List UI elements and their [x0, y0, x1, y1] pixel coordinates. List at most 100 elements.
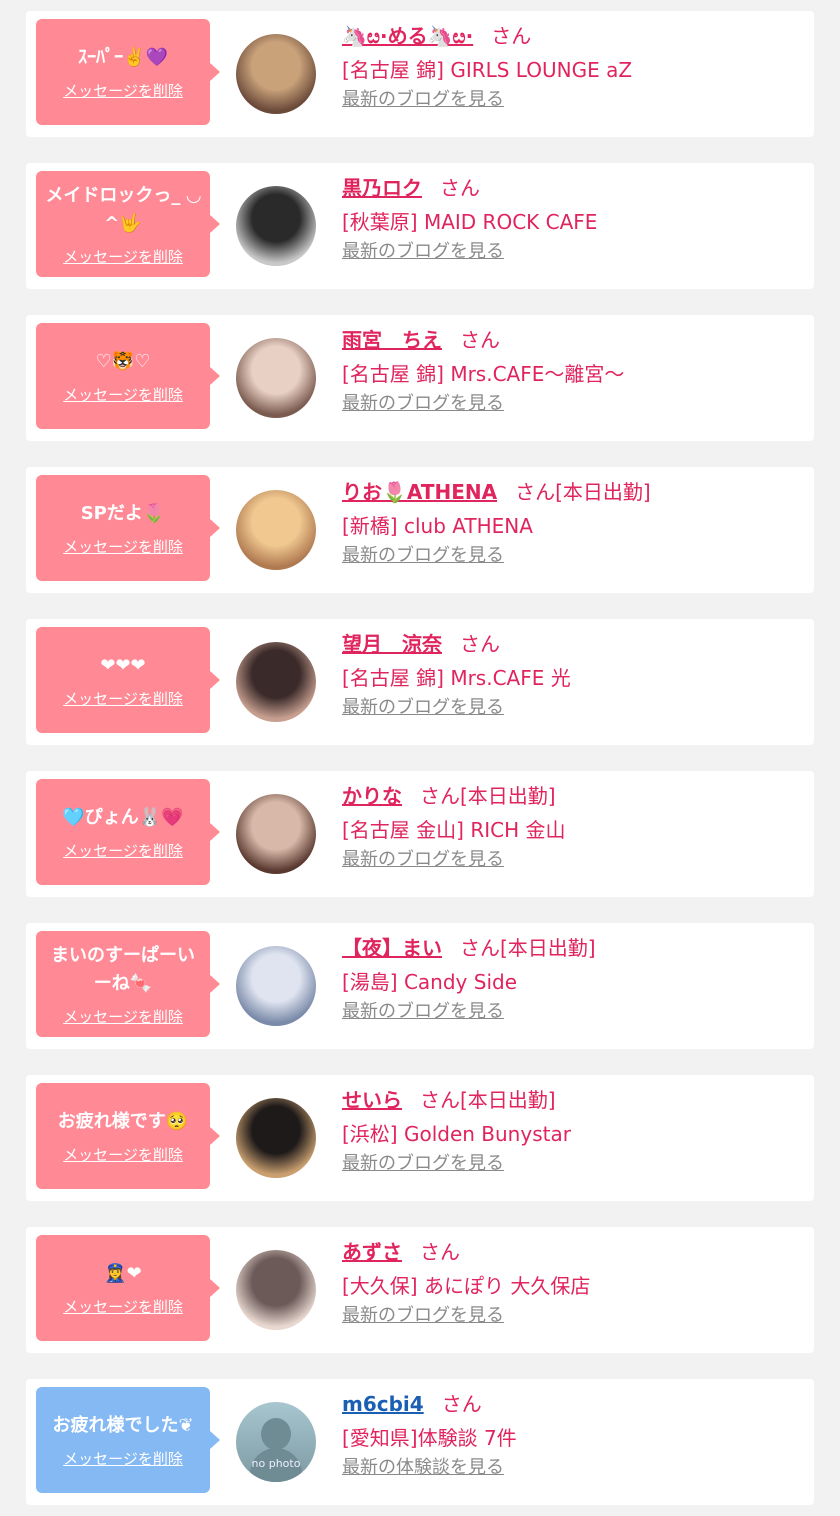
list-item: ❤︎❤︎❤︎ メッセージを削除 望月 涼奈 さん [名古屋 錦] Mrs.CAFE…: [26, 619, 814, 745]
cast-info: せいら さん[本日出勤] [浜松] Golden Bunystar 最新のブログを…: [342, 1085, 804, 1175]
latest-blog-link[interactable]: 最新のブログを見る: [342, 1305, 504, 1326]
message-bubble: メイドロックっ_ ◡^🤟 メッセージを削除: [36, 171, 220, 277]
message-text: 👮‍♀️❤︎: [104, 1262, 142, 1284]
message-text: まいのすーぱーいーね🍬: [51, 944, 195, 994]
cast-name-link[interactable]: かりな: [342, 784, 402, 808]
delete-message-link[interactable]: メッセージを削除: [63, 1296, 183, 1317]
message-text: ❤︎❤︎❤︎: [100, 654, 146, 676]
message-bubble: まいのすーぱーいーね🍬 メッセージを削除: [36, 931, 220, 1037]
cast-name-link[interactable]: m6cbi4: [342, 1392, 424, 1416]
cast-name-link[interactable]: 雨宮 ちえ: [342, 328, 442, 352]
cast-info: m6cbi4 さん [愛知県]体験談 7件 最新の体験談を見る: [342, 1389, 804, 1479]
name-line: 【夜】まい さん[本日出勤]: [342, 933, 804, 963]
shop-name: [湯島] Candy Side: [342, 970, 517, 994]
shop-name: [名古屋 錦] Mrs.CAFE〜離宮〜: [342, 362, 625, 386]
honorific: さん: [515, 480, 556, 504]
delete-message-link[interactable]: メッセージを削除: [63, 840, 183, 861]
name-line: あずさ さん: [342, 1237, 804, 1267]
message-bubble: ❤︎❤︎❤︎ メッセージを削除: [36, 627, 220, 733]
cast-info: 【夜】まい さん[本日出勤] [湯島] Candy Side 最新のブログを見る: [342, 933, 804, 1023]
avatar-photo[interactable]: [236, 338, 316, 418]
no-photo-avatar[interactable]: no photo: [236, 1402, 316, 1482]
latest-blog-link[interactable]: 最新のブログを見る: [342, 1001, 504, 1022]
list-item: 👮‍♀️❤︎ メッセージを削除 あずさ さん [大久保] あにぽり 大久保店 最新…: [26, 1227, 814, 1353]
avatar-photo[interactable]: [236, 1098, 316, 1178]
latest-blog-link[interactable]: 最新のブログを見る: [342, 697, 504, 718]
latest-blog-link[interactable]: 最新のブログを見る: [342, 393, 504, 414]
message-text: メイドロックっ_ ◡^🤟: [45, 184, 201, 234]
avatar-photo[interactable]: [236, 34, 316, 114]
message-bubble: ♡🐯♡ メッセージを削除: [36, 323, 220, 429]
delete-message-link[interactable]: メッセージを削除: [63, 1144, 183, 1165]
latest-blog-link[interactable]: 最新のブログを見る: [342, 1153, 504, 1174]
shop-name: [浜松] Golden Bunystar: [342, 1122, 571, 1146]
avatar-photo[interactable]: [236, 186, 316, 266]
attendance-badge: [本日出勤]: [555, 480, 651, 504]
delete-message-link[interactable]: メッセージを削除: [63, 246, 183, 267]
message-bubble: ｽｰﾊﾟｰ✌️💜 メッセージを削除: [36, 19, 220, 125]
list-item: お疲れ様です🥺 メッセージを削除 せいら さん[本日出勤] [浜松] Golden…: [26, 1075, 814, 1201]
honorific: さん: [420, 1240, 460, 1264]
name-line: かりな さん[本日出勤]: [342, 781, 804, 811]
delete-message-link[interactable]: メッセージを削除: [63, 536, 183, 557]
cast-name-link[interactable]: 黒乃ロク: [342, 176, 422, 200]
attendance-badge: [本日出勤]: [460, 1088, 556, 1112]
cast-info: りお🌷ATHENA さん[本日出勤] [新橋] club ATHENA 最新のブロ…: [342, 477, 804, 567]
cast-name-link[interactable]: 【夜】まい: [342, 936, 442, 960]
latest-blog-link[interactable]: 最新の体験談を見る: [342, 1457, 504, 1478]
avatar-photo[interactable]: [236, 1250, 316, 1330]
delete-message-link[interactable]: メッセージを削除: [63, 80, 183, 101]
silhouette-icon: [261, 1418, 291, 1450]
cast-info: 🦄ೞ·める🦄ೞ· さん [名古屋 錦] GIRLS LOUNGE aZ 最新のブロ…: [342, 21, 804, 111]
shop-name: [名古屋 金山] RICH 金山: [342, 818, 566, 842]
honorific: さん: [460, 632, 500, 656]
delete-message-link[interactable]: メッセージを削除: [63, 1006, 183, 1027]
shop-name: [秋葉原] MAID ROCK CAFE: [342, 210, 598, 234]
cast-info: 雨宮 ちえ さん [名古屋 錦] Mrs.CAFE〜離宮〜 最新のブログを見る: [342, 325, 804, 415]
attendance-badge: [本日出勤]: [460, 784, 556, 808]
cast-info: 望月 涼奈 さん [名古屋 錦] Mrs.CAFE 光 最新のブログを見る: [342, 629, 804, 719]
latest-blog-link[interactable]: 最新のブログを見る: [342, 849, 504, 870]
avatar-photo[interactable]: [236, 490, 316, 570]
message-text: ｽｰﾊﾟｰ✌️💜: [78, 46, 168, 68]
cast-name-link[interactable]: りお🌷ATHENA: [342, 480, 497, 504]
honorific: さん: [441, 1392, 482, 1416]
avatar-photo[interactable]: [236, 642, 316, 722]
honorific: さん: [460, 936, 500, 960]
shop-name: [新橋] club ATHENA: [342, 514, 533, 538]
cast-name-link[interactable]: 🦄ೞ·める🦄ೞ·: [342, 24, 473, 48]
message-bubble: 🩵ぴょん🐰💗 メッセージを削除: [36, 779, 220, 885]
cast-name-link[interactable]: あずさ: [342, 1240, 402, 1264]
latest-blog-link[interactable]: 最新のブログを見る: [342, 545, 504, 566]
shop-name: [名古屋 錦] GIRLS LOUNGE aZ: [342, 58, 633, 82]
list-item: SPだよ🌷 メッセージを削除 りお🌷ATHENA さん[本日出勤] [新橋] cl…: [26, 467, 814, 593]
name-line: せいら さん[本日出勤]: [342, 1085, 804, 1115]
message-text: ♡🐯♡: [95, 350, 151, 372]
cast-info: かりな さん[本日出勤] [名古屋 金山] RICH 金山 最新のブログを見る: [342, 781, 804, 871]
list-item: まいのすーぱーいーね🍬 メッセージを削除 【夜】まい さん[本日出勤] [湯島] …: [26, 923, 814, 1049]
avatar-photo[interactable]: [236, 946, 316, 1026]
latest-blog-link[interactable]: 最新のブログを見る: [342, 89, 504, 110]
honorific: さん: [420, 784, 460, 808]
latest-blog-link[interactable]: 最新のブログを見る: [342, 241, 504, 262]
name-line: りお🌷ATHENA さん[本日出勤]: [342, 477, 804, 507]
name-line: 🦄ೞ·める🦄ೞ· さん: [342, 21, 804, 51]
honorific: さん: [460, 328, 500, 352]
cast-name-link[interactable]: せいら: [342, 1088, 402, 1112]
shop-name: [名古屋 錦] Mrs.CAFE 光: [342, 666, 571, 690]
cast-name-link[interactable]: 望月 涼奈: [342, 632, 442, 656]
list-item: 🩵ぴょん🐰💗 メッセージを削除 かりな さん[本日出勤] [名古屋 金山] RIC…: [26, 771, 814, 897]
message-text: SPだよ🌷: [80, 502, 166, 524]
message-bubble: SPだよ🌷 メッセージを削除: [36, 475, 220, 581]
no-photo-label: no photo: [251, 1457, 301, 1470]
delete-message-link[interactable]: メッセージを削除: [63, 1448, 183, 1469]
delete-message-link[interactable]: メッセージを削除: [63, 384, 183, 405]
name-line: 黒乃ロク さん: [342, 173, 804, 203]
message-text: お疲れ様でした❦: [52, 1414, 194, 1436]
message-text: お疲れ様です🥺: [57, 1110, 189, 1132]
honorific: さん: [420, 1088, 460, 1112]
avatar-photo[interactable]: [236, 794, 316, 874]
list-item: メイドロックっ_ ◡^🤟 メッセージを削除 黒乃ロク さん [秋葉原] MAID …: [26, 163, 814, 289]
delete-message-link[interactable]: メッセージを削除: [63, 688, 183, 709]
list-item: ♡🐯♡ メッセージを削除 雨宮 ちえ さん [名古屋 錦] Mrs.CAFE〜離宮…: [26, 315, 814, 441]
